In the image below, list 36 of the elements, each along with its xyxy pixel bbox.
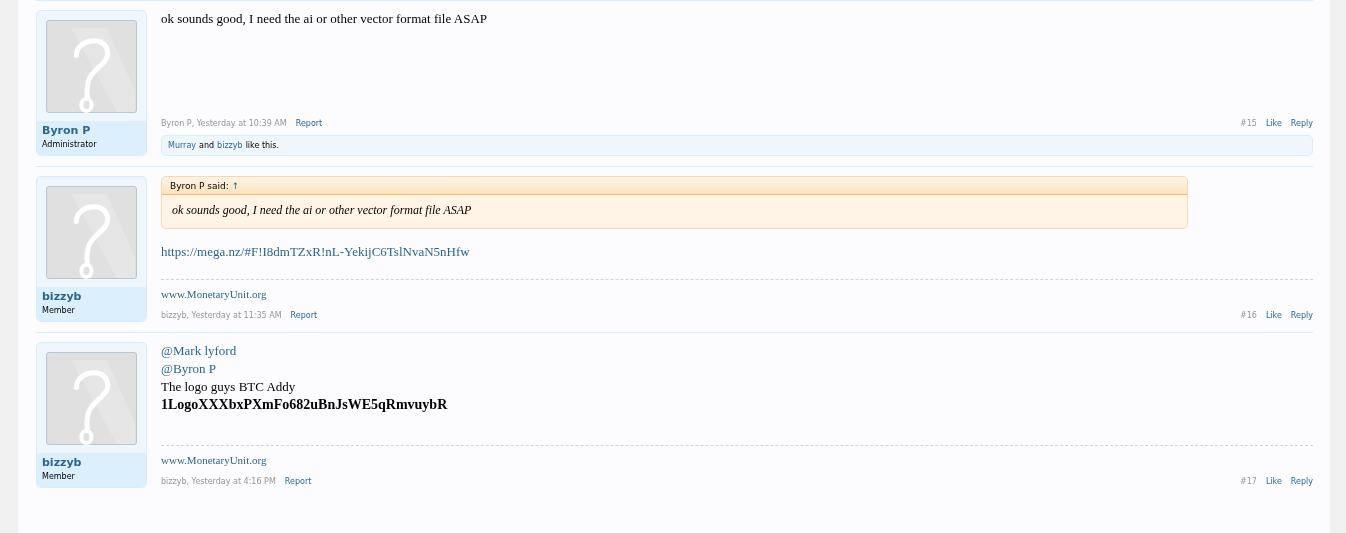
report-link[interactable]: Report: [295, 118, 323, 128]
user-link[interactable]: bizzyb: [217, 141, 243, 150]
likes-text: like this.: [245, 141, 280, 150]
quote-text: ok sounds good, I need the ai or other vector format file ASAP: [171, 202, 473, 219]
user-link[interactable]: Murray: [168, 141, 197, 150]
like-link[interactable]: Like: [1265, 118, 1282, 128]
username-link[interactable]: bizzyb: [42, 456, 141, 469]
signature-link[interactable]: www.MonetaryUnit.org: [161, 454, 267, 466]
user-title: Administrator: [42, 140, 98, 149]
avatar-placeholder-icon[interactable]: [46, 20, 137, 113]
message-text: 1LogoXXXbxPXmFo682uBnJsWE5qRmvuybR: [161, 397, 448, 412]
avatar-placeholder-icon[interactable]: [46, 186, 137, 279]
likes-text: and: [199, 141, 215, 150]
post-author-date: Byron P, Yesterday at 10:39 AM: [161, 118, 287, 128]
post-author-date: bizzyb, Yesterday at 11:35 AM: [161, 310, 282, 320]
reply-link[interactable]: Reply: [1290, 310, 1313, 320]
jump-to-quote-link[interactable]: ↑: [231, 181, 240, 191]
username-link[interactable]: Byron P: [42, 124, 141, 137]
user-title: Member: [42, 472, 76, 481]
report-link[interactable]: Report: [284, 476, 312, 486]
like-link[interactable]: Like: [1265, 310, 1282, 320]
reply-link[interactable]: Reply: [1290, 118, 1313, 128]
message-text: The logo guys BTC Addy: [161, 379, 296, 394]
mention-link[interactable]: @Byron P: [161, 361, 216, 376]
report-link[interactable]: Report: [290, 310, 318, 320]
username-link[interactable]: bizzyb: [42, 290, 141, 303]
avatar-placeholder-icon[interactable]: [46, 352, 137, 445]
user-title: Member: [42, 306, 76, 315]
signature-link[interactable]: www.MonetaryUnit.org: [161, 288, 267, 300]
quote-attribution: Byron P said:: [170, 181, 229, 191]
reply-link[interactable]: Reply: [1290, 476, 1313, 486]
message-link[interactable]: https://mega.nz/#F!I8dmTZxR!nL-YekijC6TslNvaN5nHfw: [161, 244, 470, 259]
post-author-date: bizzyb, Yesterday at 4:16 PM: [161, 476, 276, 486]
like-link[interactable]: Like: [1265, 476, 1282, 486]
mention-link[interactable]: @Mark lyford: [161, 343, 237, 358]
message-text: ok sounds good, I need the ai or other vector format file ASAP: [161, 11, 487, 26]
